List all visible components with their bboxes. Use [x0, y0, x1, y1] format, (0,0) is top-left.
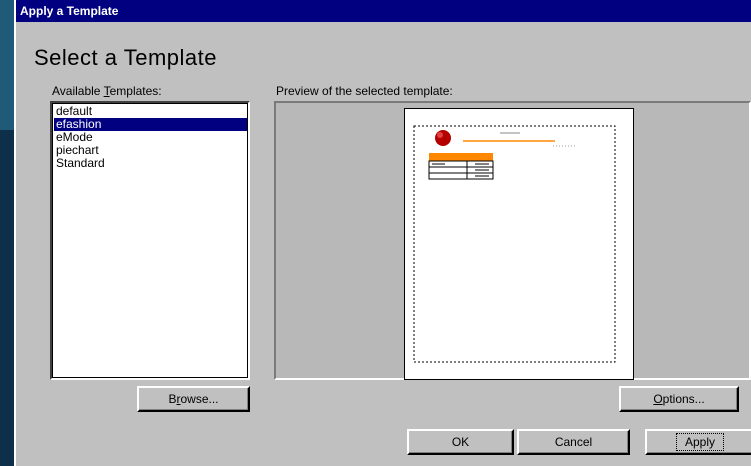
available-templates-label-prefix: Available — [52, 84, 104, 98]
apply-button[interactable]: Apply — [645, 429, 751, 455]
available-templates-label-suffix: emplates: — [109, 84, 162, 98]
options-button[interactable]: Options... — [619, 386, 739, 412]
title-bar: Apply a Template — [16, 0, 751, 22]
templates-listbox[interactable]: default efashion eMode piechart Standard — [50, 101, 250, 380]
template-preview-pane — [274, 101, 751, 380]
apply-label: Apply — [675, 433, 725, 451]
browse-button[interactable]: Br owse... — [137, 386, 250, 412]
preview-logo-icon — [435, 130, 451, 146]
available-templates-label: Available Templates: — [52, 84, 162, 98]
desktop-shadow — [0, 130, 14, 466]
cancel-button[interactable]: Cancel — [517, 429, 630, 455]
ok-button[interactable]: OK — [407, 429, 514, 455]
apply-template-dialog: Apply a Template Select a Template Avail… — [14, 0, 751, 466]
options-label-post: ptions... — [662, 392, 705, 406]
preview-page-thumbnail — [404, 108, 634, 380]
template-item-standard[interactable]: Standard — [54, 157, 248, 170]
browse-label-post: owse... — [180, 392, 219, 406]
preview-page-graphic — [413, 125, 616, 363]
dialog-heading: Select a Template — [34, 45, 217, 70]
browse-label-pre: B — [168, 392, 177, 406]
preview-table-header — [429, 153, 493, 161]
preview-label: Preview of the selected template: — [276, 84, 453, 98]
options-label-accel: O — [653, 392, 663, 406]
